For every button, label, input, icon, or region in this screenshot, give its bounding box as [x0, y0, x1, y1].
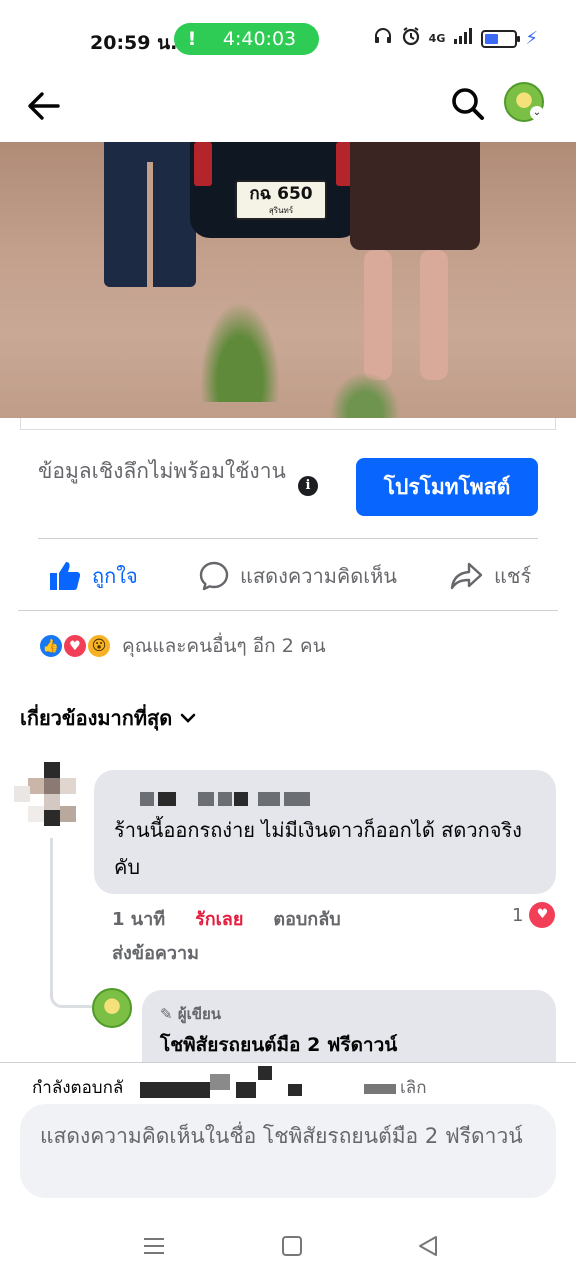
reply-bubble[interactable]: ✎ ผู้เขียน โชพิสัยรถยนต์มือ 2 ฟรีดาวน์ [142, 990, 556, 1062]
replying-to-name-pixelated [258, 1066, 272, 1080]
photo-leg [420, 250, 448, 380]
love-react-button[interactable]: รักเลย [195, 904, 243, 933]
plate-number: กฉ 650 [249, 184, 313, 204]
thumbs-up-icon [50, 562, 81, 590]
charging-icon: ⚡ [525, 28, 538, 49]
back-button[interactable] [22, 84, 66, 128]
triangle-back-icon [419, 1236, 437, 1256]
comment-bubble[interactable]: ร้านนี้ออกรถง่าย ไม่มีเงินดาวก็ออกได้ สด… [94, 770, 556, 894]
wow-reaction-icon: 😮 [86, 633, 112, 659]
replying-to-name-pixelated [164, 1082, 210, 1098]
network-type: 4G [428, 31, 446, 45]
photo-person-left [104, 142, 196, 287]
share-arrow-icon [450, 562, 483, 590]
chevron-down-icon [180, 713, 196, 723]
comments-sort-dropdown[interactable]: เกี่ยวข้องมากที่สุด [20, 702, 196, 734]
battery-icon [481, 29, 521, 48]
alarm-icon [401, 26, 421, 51]
photo-grass [200, 302, 280, 402]
author-badge-label: ผู้เขียน [177, 1005, 222, 1023]
signal-icon [453, 27, 473, 50]
comment-button[interactable]: แสดงความคิดเห็น [198, 556, 397, 596]
reply-button[interactable]: ตอบกลับ [273, 904, 340, 933]
replying-to-name-pixelated [236, 1082, 256, 1098]
love-reaction-icon: ♥ [62, 633, 88, 659]
recent-apps-button[interactable] [140, 1232, 168, 1260]
call-indicator: ! [187, 28, 197, 50]
like-reaction-icon: 👍 [38, 633, 64, 659]
divider [18, 610, 558, 611]
replying-to-name-pixelated [364, 1084, 396, 1094]
author-badge: ✎ ผู้เขียน [160, 1002, 538, 1026]
comment-input[interactable]: แสดงความคิดเห็นในชื่อ โชพิสัยรถยนต์มือ 2… [20, 1104, 556, 1198]
call-duration: 4:40:03 [222, 28, 297, 50]
reply-author-name[interactable]: โชพิสัยรถยนต์มือ 2 ฟรีดาวน์ [160, 1030, 538, 1060]
send-message-button[interactable]: ส่งข้อความ [112, 938, 199, 967]
share-button[interactable]: แชร์ [450, 556, 531, 596]
status-time: 20:59 น. [90, 32, 178, 54]
menu-icon [144, 1238, 164, 1254]
status-icons: 4G ⚡ [373, 26, 538, 51]
comment-time: 1 นาที [112, 909, 166, 930]
comment-author-pixelated[interactable] [114, 788, 536, 810]
square-icon [282, 1236, 302, 1256]
replying-to-label: กำลังตอบกลั [32, 1078, 124, 1098]
heart-icon: ♥ [529, 902, 556, 928]
pencil-icon: ✎ [160, 1005, 173, 1023]
search-icon [452, 88, 484, 120]
post-photo[interactable]: กฉ 650 สุรินทร์ [0, 142, 576, 418]
comment-reaction-number: 1 [512, 904, 524, 926]
comment-text: ร้านนี้ออกรถง่าย ไม่มีเงินดาวก็ออกได้ สด… [114, 818, 522, 879]
replying-to-name-pixelated [288, 1084, 302, 1096]
photo-grass [330, 372, 400, 418]
call-duration-pill[interactable]: ! 4:40:03 [174, 23, 319, 55]
status-bar: 20:59 น. ! 4:40:03 4G ⚡ [0, 0, 576, 78]
cancel-reply-button[interactable]: เลิก [400, 1074, 427, 1101]
promote-post-button[interactable]: โปรโมทโพสต์ [356, 458, 538, 516]
insights-unavailable-text: ข้อมูลเชิงลึกไม่พร้อมใช้งาน [38, 459, 286, 483]
page-avatar[interactable] [92, 988, 132, 1028]
home-button[interactable] [278, 1232, 306, 1260]
system-nav-bar [0, 1212, 576, 1280]
plate-province: สุรินทร์ [268, 206, 294, 215]
replying-to-name-pixelated [140, 1082, 164, 1098]
photo-leg [364, 250, 392, 380]
share-label: แชร์ [494, 564, 532, 588]
arrow-left-icon [28, 92, 60, 120]
comment-reaction-count[interactable]: 1 ♥ [512, 902, 556, 928]
like-button[interactable]: ถูกใจ [48, 556, 138, 596]
comment-bubble-icon [199, 561, 229, 591]
app-header: ⌄ [0, 78, 576, 142]
info-icon[interactable]: i [298, 476, 318, 496]
nav-back-button[interactable] [414, 1232, 442, 1260]
comment-label: แสดงความคิดเห็น [240, 564, 397, 588]
comment-meta: 1 นาที รักเลย ตอบกลับ [112, 904, 341, 933]
photo-person-right [350, 142, 480, 250]
license-plate: กฉ 650 สุรินทร์ [235, 180, 327, 220]
reply-thread-line [50, 838, 92, 1008]
reactions-summary-text: คุณและคนอื่นๆ อีก 2 คน [122, 635, 326, 657]
divider [38, 538, 538, 539]
sort-label: เกี่ยวข้องมากที่สุด [20, 706, 173, 730]
headphones-icon [373, 26, 393, 51]
photo-taillight [194, 142, 212, 186]
search-button[interactable] [446, 82, 490, 126]
replying-to-name-pixelated [210, 1074, 230, 1090]
commenter-avatar-blurred[interactable] [14, 762, 78, 832]
like-label: ถูกใจ [92, 564, 138, 588]
reactions-summary[interactable]: 👍 ♥ 😮 คุณและคนอื่นๆ อีก 2 คน [38, 630, 326, 662]
chevron-down-icon[interactable]: ⌄ [530, 106, 544, 120]
post-card-border [20, 418, 556, 430]
